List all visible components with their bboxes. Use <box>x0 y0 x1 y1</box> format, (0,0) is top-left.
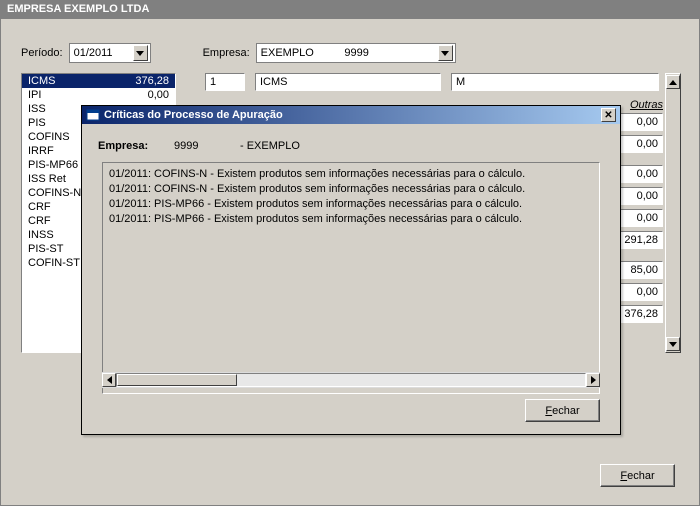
value-text: 0,00 <box>637 116 658 128</box>
periodo-label: Período: <box>21 47 63 59</box>
chevron-up-icon <box>669 80 677 85</box>
tax-item-value: 376,28 <box>135 75 169 87</box>
periodo-combo[interactable]: 01/2011 <box>69 43 151 63</box>
tax-item-name: ISS Ret <box>28 173 66 185</box>
outras-header: Outras <box>630 99 663 111</box>
tax-item[interactable]: IPI 0,00 <box>22 88 175 102</box>
close-icon[interactable]: ✕ <box>601 108 616 122</box>
filter-row: Período: 01/2011 Empresa: EXEMPLO 9999 <box>21 43 456 63</box>
detail-seq-value: 1 <box>210 76 216 88</box>
tax-item-name: PIS <box>28 117 46 129</box>
detail-mode-value: M <box>456 76 465 88</box>
scroll-down-button[interactable] <box>666 337 680 351</box>
value-text: 0,00 <box>637 212 658 224</box>
chevron-down-icon <box>136 51 144 56</box>
empresa-label: Empresa: <box>203 47 250 59</box>
critique-line[interactable]: 01/2011: PIS-MP66 - Existem produtos sem… <box>109 212 593 227</box>
detail-tax-value: ICMS <box>260 76 288 88</box>
tax-item-name: ISS <box>28 103 46 115</box>
chevron-down-icon <box>669 342 677 347</box>
critiques-dialog: Críticas do Processo de Apuração ✕ Empre… <box>81 105 621 435</box>
chevron-right-icon <box>591 376 596 384</box>
tax-item-name: INSS <box>28 229 54 241</box>
scroll-left-button[interactable] <box>102 373 116 387</box>
tax-item-name: CRF <box>28 201 51 213</box>
value-text: 0,00 <box>637 286 658 298</box>
value-text: 0,00 <box>637 138 658 150</box>
empresa-combo[interactable]: EXEMPLO 9999 <box>256 43 456 63</box>
app-title: EMPRESA EXEMPLO LTDA <box>7 3 149 15</box>
tax-item-name: ICMS <box>28 75 56 87</box>
value-text: 85,00 <box>630 264 658 276</box>
tax-item-name: COFINS-N <box>28 187 81 199</box>
value-text: 376,28 <box>624 308 658 320</box>
dialog-titlebar[interactable]: Críticas do Processo de Apuração ✕ <box>82 106 620 124</box>
detail-mode-field[interactable]: M <box>451 73 659 91</box>
main-window: EMPRESA EXEMPLO LTDA Período: 01/2011 Em… <box>0 0 700 506</box>
scroll-thumb[interactable] <box>117 374 237 386</box>
empresa-value: EXEMPLO 9999 <box>261 47 369 59</box>
value-text: 0,00 <box>637 190 658 202</box>
chevron-down-icon <box>441 51 449 56</box>
fechar-button[interactable]: Fechar <box>600 464 675 487</box>
dialog-empresa-label: Empresa: <box>98 140 168 152</box>
vertical-scrollbar[interactable] <box>665 73 681 353</box>
dialog-empresa-name: - EXEMPLO <box>240 140 300 152</box>
dialog-empresa-row: Empresa: 9999 - EXEMPLO <box>98 140 604 152</box>
tax-item-name: COFIN-ST <box>28 257 80 269</box>
scroll-track[interactable] <box>116 373 586 387</box>
periodo-dropdown-button[interactable] <box>133 45 148 61</box>
horizontal-scrollbar[interactable] <box>102 372 600 388</box>
tax-item[interactable]: ICMS 376,28 <box>22 74 175 88</box>
detail-tax-field[interactable]: ICMS <box>255 73 441 91</box>
scroll-right-button[interactable] <box>586 373 600 387</box>
tax-item-value: 0,00 <box>148 89 169 101</box>
periodo-value: 01/2011 <box>74 47 113 59</box>
critique-line[interactable]: 01/2011: COFINS-N - Existem produtos sem… <box>109 167 593 182</box>
critique-line[interactable]: 01/2011: PIS-MP66 - Existem produtos sem… <box>109 197 593 212</box>
tax-item-name: PIS-MP66 <box>28 159 78 171</box>
dialog-empresa-code: 9999 <box>174 140 234 152</box>
value-text: 291,28 <box>624 234 658 246</box>
app-icon <box>86 108 100 122</box>
tax-item-name: IRRF <box>28 145 54 157</box>
chevron-left-icon <box>107 376 112 384</box>
scroll-up-button[interactable] <box>666 75 680 89</box>
tax-item-name: IPI <box>28 89 41 101</box>
tax-item-name: CRF <box>28 215 51 227</box>
tax-item-name: PIS-ST <box>28 243 63 255</box>
value-text: 0,00 <box>637 168 658 180</box>
critiques-list[interactable]: 01/2011: COFINS-N - Existem produtos sem… <box>102 162 600 394</box>
dialog-title: Críticas do Processo de Apuração <box>104 109 283 121</box>
detail-seq-field[interactable]: 1 <box>205 73 245 91</box>
empresa-dropdown-button[interactable] <box>438 45 453 61</box>
tax-item-name: COFINS <box>28 131 70 143</box>
dialog-fechar-button[interactable]: Fechar <box>525 399 600 422</box>
title-bar: EMPRESA EXEMPLO LTDA <box>1 1 699 19</box>
critique-line[interactable]: 01/2011: COFINS-N - Existem produtos sem… <box>109 182 593 197</box>
